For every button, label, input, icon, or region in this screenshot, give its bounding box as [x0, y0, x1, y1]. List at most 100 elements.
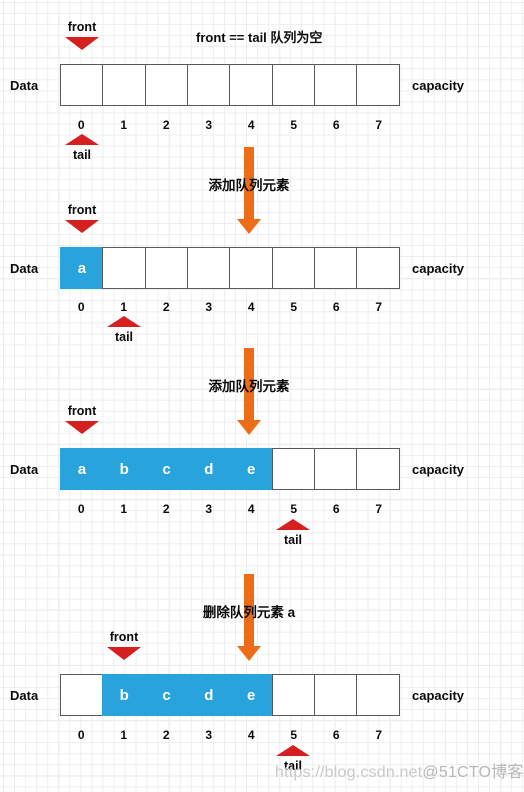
- index-row-3: 0 1 2 3 4 5 6 7: [60, 503, 400, 515]
- index-label: 6: [332, 118, 340, 132]
- index-label: 1: [120, 502, 128, 516]
- index-label: 2: [162, 502, 170, 516]
- caption-front-equals-tail: front == tail 队列为空: [196, 30, 323, 45]
- action-arrow-head-down-icon: [237, 646, 261, 661]
- index-label: 3: [205, 118, 213, 132]
- index-label: 0: [77, 502, 85, 516]
- queue-cell: [229, 247, 274, 289]
- queue-cell: d: [186, 448, 231, 490]
- index-label: 6: [332, 300, 340, 314]
- front-triangle-down-icon-row1: [65, 37, 99, 50]
- queue-cell: [271, 247, 316, 289]
- front-pointer-label-row2: front: [67, 203, 97, 217]
- index-label: 6: [332, 502, 340, 516]
- tail-triangle-up-icon-row4: [276, 745, 310, 756]
- index-label: 7: [375, 728, 383, 742]
- index-label: 5: [290, 728, 298, 742]
- diagram-canvas: front == tail 队列为空 front Data capacity 0…: [0, 0, 524, 792]
- queue-cells-row2: a: [60, 247, 401, 289]
- tail-pointer-label-row4: tail: [283, 759, 303, 773]
- index-label: 4: [247, 502, 255, 516]
- action-label-dequeue: 删除队列元素 a: [202, 605, 296, 620]
- queue-cell: [186, 64, 231, 106]
- index-label: 4: [247, 118, 255, 132]
- tail-pointer-label-row3: tail: [283, 533, 303, 547]
- front-triangle-down-icon-row2: [65, 220, 99, 233]
- front-pointer-label-row3: front: [67, 404, 97, 418]
- front-pointer-label-row4: front: [109, 630, 139, 644]
- watermark-tail: @51CTO博客: [422, 764, 524, 781]
- queue-cells-row3: a b c d e: [60, 448, 401, 490]
- queue-cell: [144, 247, 189, 289]
- queue-cell: [229, 64, 274, 106]
- queue-cell: d: [186, 674, 231, 716]
- index-label: 5: [290, 502, 298, 516]
- queue-cell: [313, 448, 358, 490]
- capacity-label-row1: capacity: [412, 78, 465, 93]
- index-label: 2: [162, 118, 170, 132]
- queue-cells-row1: [60, 64, 401, 106]
- capacity-label-row3: capacity: [412, 462, 465, 477]
- index-label: 7: [375, 300, 383, 314]
- index-label: 3: [205, 728, 213, 742]
- action-arrow-head-down-icon: [237, 420, 261, 435]
- queue-cells-row4: b c d e: [60, 674, 401, 716]
- tail-pointer-label-row1: tail: [72, 148, 92, 162]
- index-row-1: 0 1 2 3 4 5 6 7: [60, 119, 400, 131]
- action-label-enqueue-2: 添加队列元素: [208, 379, 290, 394]
- queue-cell: c: [144, 674, 189, 716]
- index-row-2: 0 1 2 3 4 5 6 7: [60, 301, 400, 313]
- index-label: 1: [120, 300, 128, 314]
- index-label: 7: [375, 502, 383, 516]
- front-pointer-label-row1: front: [67, 20, 97, 34]
- index-row-4: 0 1 2 3 4 5 6 7: [60, 729, 400, 741]
- queue-cell: [356, 448, 401, 490]
- data-label-row1: Data: [10, 78, 39, 93]
- queue-cell: a: [60, 448, 104, 490]
- index-label: 0: [77, 118, 85, 132]
- queue-cell: [271, 448, 316, 490]
- queue-cell: e: [229, 448, 274, 490]
- queue-cell: [313, 674, 358, 716]
- tail-triangle-up-icon-row2: [107, 316, 141, 327]
- index-label: 2: [162, 300, 170, 314]
- index-label: 4: [247, 300, 255, 314]
- index-label: 3: [205, 300, 213, 314]
- tail-pointer-label-row2: tail: [114, 330, 134, 344]
- watermark: https://blog.csdn.net@51CTO博客: [275, 758, 524, 782]
- queue-cell: [60, 64, 104, 106]
- queue-cell: [271, 64, 316, 106]
- index-label: 5: [290, 300, 298, 314]
- queue-cell: b: [102, 448, 147, 490]
- data-label-row4: Data: [10, 688, 39, 703]
- queue-cell: b: [102, 674, 147, 716]
- index-label: 3: [205, 502, 213, 516]
- data-label-row3: Data: [10, 462, 39, 477]
- queue-cell: [356, 674, 401, 716]
- index-label: 2: [162, 728, 170, 742]
- queue-cell: e: [229, 674, 274, 716]
- index-label: 6: [332, 728, 340, 742]
- action-arrow-head-down-icon: [237, 219, 261, 234]
- index-label: 1: [120, 118, 128, 132]
- queue-cell: [356, 64, 401, 106]
- queue-cell: [102, 64, 147, 106]
- index-label: 0: [77, 300, 85, 314]
- index-label: 1: [120, 728, 128, 742]
- queue-cell: [271, 674, 316, 716]
- queue-cell: [356, 247, 401, 289]
- queue-cell: [102, 247, 147, 289]
- tail-triangle-up-icon-row1: [65, 134, 99, 145]
- capacity-label-row2: capacity: [412, 261, 465, 276]
- index-label: 5: [290, 118, 298, 132]
- index-label: 0: [77, 728, 85, 742]
- queue-cell: [144, 64, 189, 106]
- queue-cell: [186, 247, 231, 289]
- index-label: 4: [247, 728, 255, 742]
- front-triangle-down-icon-row3: [65, 421, 99, 434]
- index-label: 7: [375, 118, 383, 132]
- front-triangle-down-icon-row4: [107, 647, 141, 660]
- data-label-row2: Data: [10, 261, 39, 276]
- queue-cell: [60, 674, 104, 716]
- action-label-enqueue-1: 添加队列元素: [208, 178, 290, 193]
